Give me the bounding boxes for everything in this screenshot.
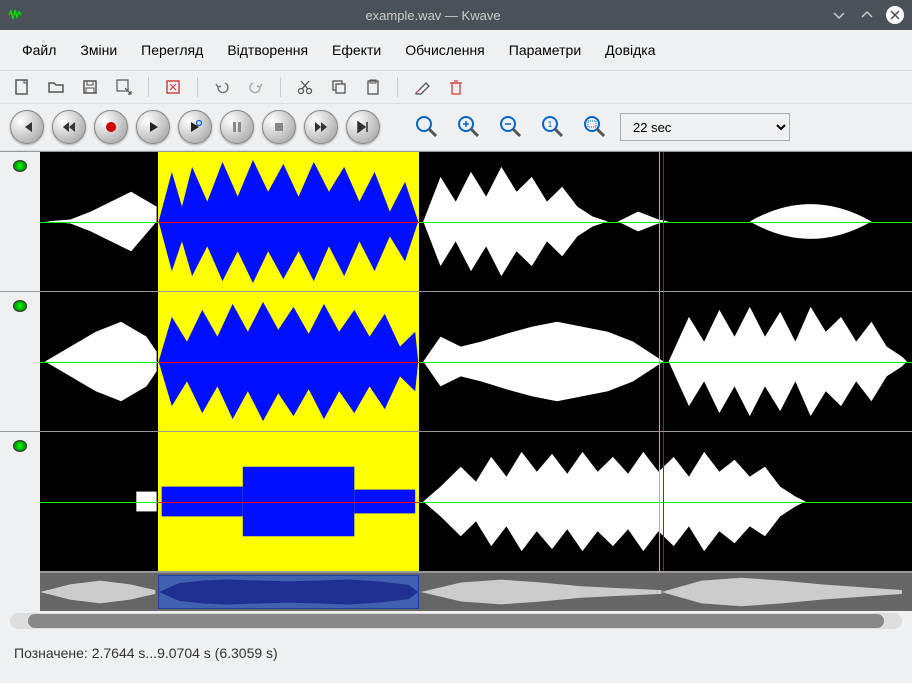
menu-edit[interactable]: Зміни: [68, 36, 129, 64]
rewind-button[interactable]: [52, 110, 86, 144]
pause-button[interactable]: [220, 110, 254, 144]
playhead[interactable]: [659, 432, 660, 571]
zoom-select[interactable]: 22 sec: [620, 113, 790, 141]
horizontal-scrollbar[interactable]: [10, 613, 902, 629]
menu-file[interactable]: Файл: [10, 36, 68, 64]
zoom-out-icon[interactable]: [494, 110, 528, 144]
marker-line: [663, 292, 664, 431]
marker-line: [663, 432, 664, 571]
skip-end-button[interactable]: [346, 110, 380, 144]
menubar: Файл Зміни Перегляд Відтворення Ефекти О…: [0, 30, 912, 71]
window-title: example.wav — Kwave: [36, 8, 830, 23]
zoom-tool-icon[interactable]: [410, 110, 444, 144]
file-toolbar: [0, 71, 912, 104]
selection-center-line: [158, 362, 420, 363]
new-file-icon[interactable]: [10, 75, 34, 99]
menu-calculate[interactable]: Обчислення: [393, 36, 497, 64]
menu-help[interactable]: Довідка: [593, 36, 667, 64]
playhead[interactable]: [659, 292, 660, 431]
track-3-waveform[interactable]: [40, 432, 912, 571]
selection-center-line: [158, 502, 420, 503]
paste-icon[interactable]: [361, 75, 385, 99]
redo-icon[interactable]: [244, 75, 268, 99]
status-bar: Позначене: 2.7644 s...9.0704 s (6.3059 s…: [0, 631, 912, 675]
track-3: [0, 431, 912, 571]
transport-toolbar: 1 22 sec: [0, 104, 912, 151]
save-icon[interactable]: [78, 75, 102, 99]
scroll-thumb[interactable]: [28, 614, 884, 628]
stop-button[interactable]: [262, 110, 296, 144]
close-button[interactable]: [886, 6, 904, 24]
play-loop-button[interactable]: [178, 110, 212, 144]
play-button[interactable]: [136, 110, 170, 144]
track-2-waveform[interactable]: [40, 292, 912, 431]
open-file-icon[interactable]: [44, 75, 68, 99]
selection-center-line: [158, 222, 420, 223]
erase-icon[interactable]: [410, 75, 434, 99]
track-2-lamp[interactable]: [0, 292, 40, 431]
app-icon: [8, 5, 28, 25]
menu-play[interactable]: Відтворення: [215, 36, 320, 64]
menu-preferences[interactable]: Параметри: [497, 36, 593, 64]
track-1: [0, 151, 912, 291]
close-file-icon[interactable]: [161, 75, 185, 99]
save-as-icon[interactable]: [112, 75, 136, 99]
menu-view[interactable]: Перегляд: [129, 36, 215, 64]
maximize-button[interactable]: [858, 6, 876, 24]
overview[interactable]: [40, 571, 912, 611]
minimize-button[interactable]: [830, 6, 848, 24]
zoom-one-icon[interactable]: 1: [536, 110, 570, 144]
zoom-in-icon[interactable]: [452, 110, 486, 144]
menu-effects[interactable]: Ефекти: [320, 36, 393, 64]
record-button[interactable]: [94, 110, 128, 144]
marker-line: [663, 152, 664, 291]
delete-icon[interactable]: [444, 75, 468, 99]
undo-icon[interactable]: [210, 75, 234, 99]
track-2: [0, 291, 912, 431]
titlebar: example.wav — Kwave: [0, 0, 912, 30]
forward-button[interactable]: [304, 110, 338, 144]
track-1-lamp[interactable]: [0, 152, 40, 291]
track-1-waveform[interactable]: [40, 152, 912, 291]
track-3-lamp[interactable]: [0, 432, 40, 571]
cut-icon[interactable]: [293, 75, 317, 99]
copy-icon[interactable]: [327, 75, 351, 99]
playhead[interactable]: [659, 152, 660, 291]
track-area: [0, 151, 912, 571]
svg-text:1: 1: [548, 120, 553, 129]
skip-start-button[interactable]: [10, 110, 44, 144]
zoom-fit-icon[interactable]: [578, 110, 612, 144]
overview-selection[interactable]: [158, 575, 420, 609]
